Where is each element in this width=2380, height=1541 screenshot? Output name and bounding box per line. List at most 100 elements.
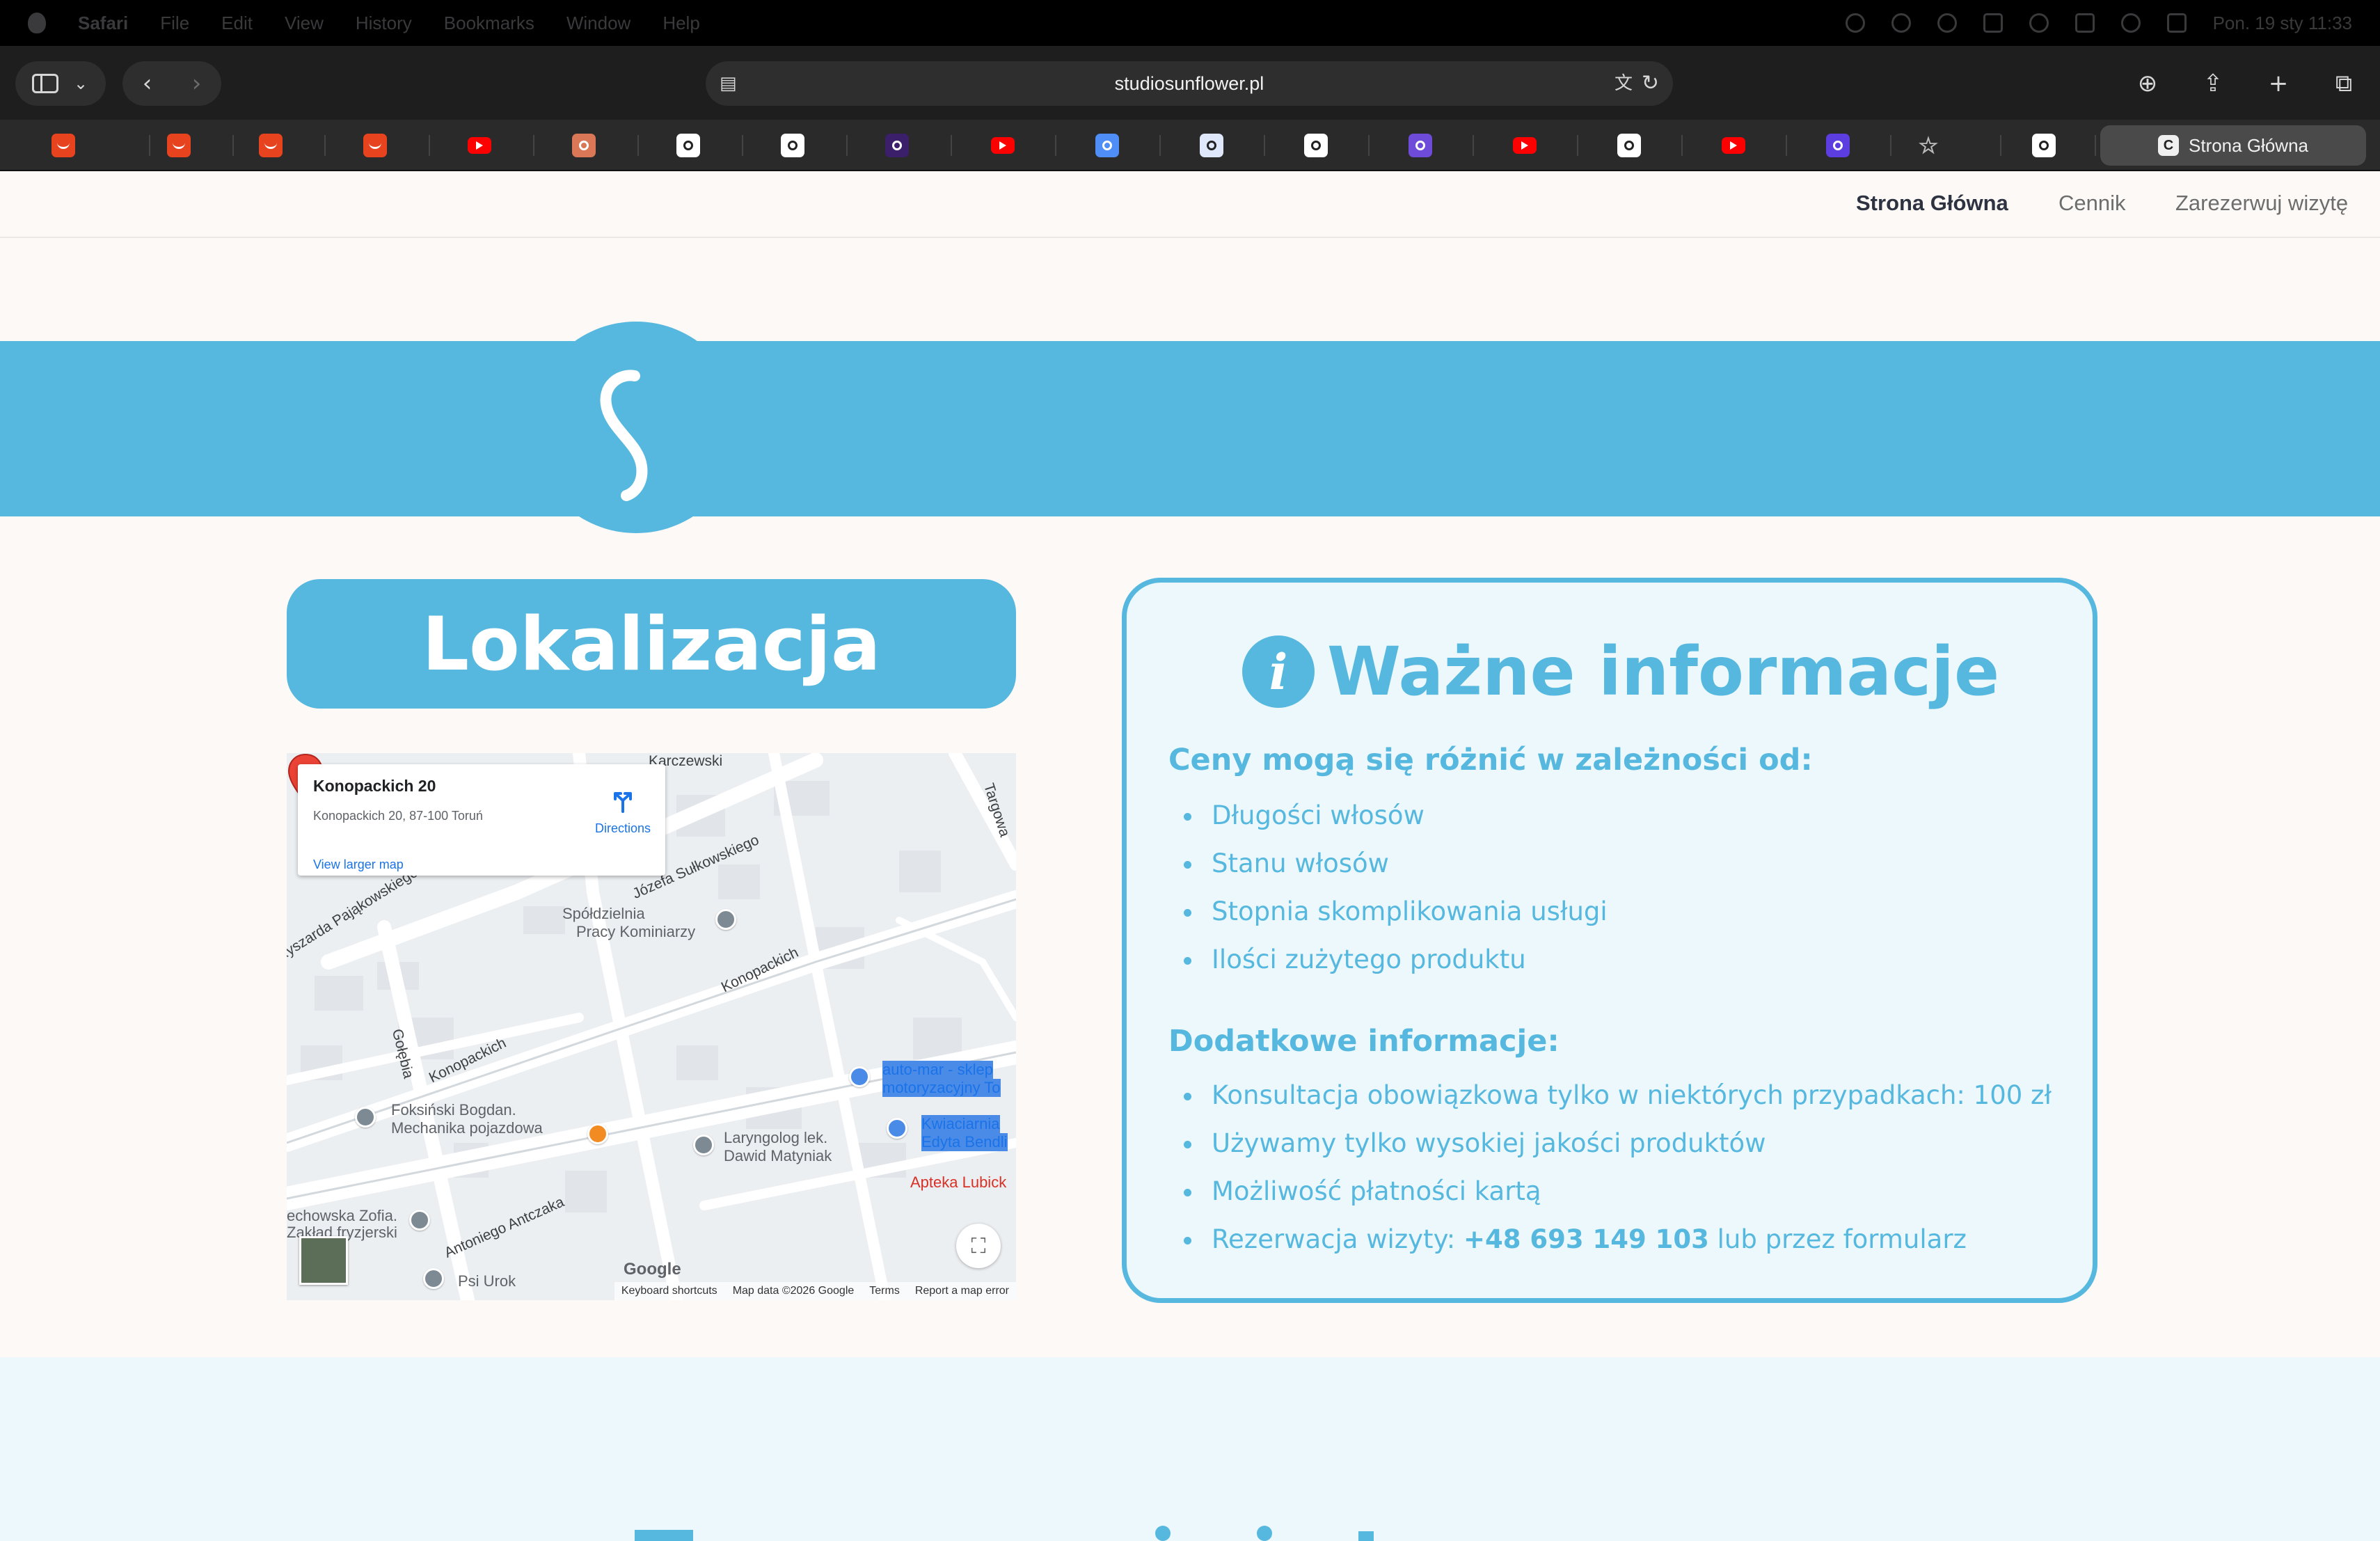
- app-icon[interactable]: [885, 134, 909, 157]
- keyboard-shortcuts-link[interactable]: Keyboard shortcuts: [621, 1285, 717, 1297]
- reload-icon[interactable]: ↻: [1642, 73, 1659, 94]
- menu-help[interactable]: Help: [663, 13, 699, 34]
- satellite-toggle-button[interactable]: [299, 1236, 348, 1285]
- chevron-down-icon: ⌄: [74, 74, 88, 93]
- status-app-icon[interactable]: [1891, 13, 1911, 33]
- star-icon[interactable]: ☆: [1917, 133, 1940, 158]
- back-button[interactable]: ‹: [143, 72, 152, 95]
- current-tab[interactable]: C Strona Główna: [2100, 125, 2366, 166]
- translate-icon[interactable]: 文: [1615, 74, 1633, 93]
- docs-icon[interactable]: [1200, 134, 1223, 157]
- nav-home-link[interactable]: Strona Główna: [1856, 191, 2008, 216]
- favorites-separator: [1890, 135, 1891, 156]
- extra-info-subheading: Dodatkowe informacje:: [1168, 1024, 1560, 1059]
- disney-plus-icon[interactable]: [1617, 134, 1641, 157]
- menu-bar-clock[interactable]: Pon. 19 sty 11:33: [2213, 13, 2352, 34]
- menu-edit[interactable]: Edit: [221, 13, 253, 34]
- terms-link[interactable]: Terms: [869, 1285, 900, 1297]
- menu-file[interactable]: File: [160, 13, 189, 34]
- aliexpress-icon[interactable]: [363, 134, 387, 157]
- list-item: Długości włosów: [1168, 791, 1608, 839]
- nav-pricing-link[interactable]: Cennik: [2058, 191, 2126, 216]
- favicon-glyph: [2039, 141, 2049, 150]
- youtube-icon[interactable]: [991, 137, 1015, 154]
- favicon-glyph: [1521, 141, 1528, 150]
- nav-booking-link[interactable]: Zarezerwuj wizytę: [2175, 191, 2348, 216]
- menu-bookmarks[interactable]: Bookmarks: [444, 13, 534, 34]
- gemini-icon[interactable]: [1095, 134, 1119, 157]
- play-status-icon[interactable]: [1937, 13, 1957, 33]
- map-poi-marker[interactable]: [693, 1135, 714, 1155]
- favicon-glyph: [1624, 141, 1634, 150]
- favicon-glyph: [1207, 141, 1216, 150]
- sidebar-toggle-button[interactable]: ⌄: [15, 61, 106, 106]
- reservation-phone-link[interactable]: +48 693 149 103: [1463, 1224, 1709, 1254]
- menu-history[interactable]: History: [356, 13, 412, 34]
- map-poi-label: Pracy Kominiarzy: [576, 923, 696, 940]
- downloads-icon[interactable]: ⊕: [2125, 61, 2170, 106]
- google-map-embed[interactable]: Karczewski Józefa Sułkowskiego Konopacki…: [287, 753, 1016, 1300]
- favorites-separator: [1681, 135, 1683, 156]
- map-poi-marker[interactable]: [355, 1107, 376, 1128]
- app-icon[interactable]: [2032, 134, 2056, 157]
- menu-view[interactable]: View: [285, 13, 324, 34]
- macos-menu-bar: Safari File Edit View History Bookmarks …: [0, 0, 2380, 46]
- map-poi-marker[interactable]: [423, 1268, 444, 1289]
- favicon-glyph: [173, 143, 185, 149]
- favorites-separator: [1159, 135, 1161, 156]
- new-tab-icon[interactable]: +: [2256, 61, 2301, 106]
- app-icon[interactable]: [1409, 134, 1432, 157]
- favicon-glyph: [1311, 141, 1321, 150]
- forward-button[interactable]: ›: [192, 72, 202, 95]
- claude-icon[interactable]: [572, 134, 596, 157]
- favorites-separator: [846, 135, 848, 156]
- map-poi-label: auto-mar - sklep: [882, 1061, 993, 1079]
- app-icon[interactable]: [1826, 134, 1850, 157]
- favorites-bar: ☆ C Strona Główna: [0, 120, 2380, 171]
- fullscreen-icon[interactable]: ⛶: [956, 1224, 1001, 1268]
- directions-icon[interactable]: [611, 789, 635, 813]
- list-item: Ilości zużytego produktu: [1168, 935, 1608, 983]
- youtube-icon[interactable]: [468, 137, 491, 154]
- shop-icon[interactable]: [887, 1118, 907, 1139]
- google-logo: Google: [624, 1260, 681, 1279]
- aliexpress-icon[interactable]: [167, 134, 191, 157]
- youtube-icon[interactable]: [1722, 137, 1745, 154]
- spotlight-search-icon[interactable]: [2120, 13, 2141, 33]
- map-poi-label: Edyta Bendli: [921, 1133, 1008, 1151]
- chatgpt-icon[interactable]: [1304, 134, 1328, 157]
- favorites-separator: [533, 135, 534, 156]
- apple-menu-icon[interactable]: [28, 13, 46, 33]
- view-larger-map-link[interactable]: View larger map: [313, 858, 404, 872]
- share-icon[interactable]: ⇪: [2191, 61, 2235, 106]
- menu-window[interactable]: Window: [566, 13, 630, 34]
- restaurant-icon[interactable]: [587, 1123, 608, 1144]
- record-app-icon[interactable]: [781, 134, 804, 157]
- heading-glyph-fragment: [1257, 1526, 1272, 1541]
- aliexpress-icon[interactable]: [259, 134, 283, 157]
- youtube-icon[interactable]: [1513, 137, 1537, 154]
- tab-overview-icon[interactable]: ⧉: [2322, 61, 2366, 106]
- status-app-icon[interactable]: [1845, 13, 1865, 33]
- map-place-title: Konopackich 20: [313, 777, 436, 795]
- window-status-icon[interactable]: [1983, 13, 2003, 33]
- directions-link[interactable]: Directions: [585, 821, 661, 836]
- favorites-separator: [742, 135, 743, 156]
- report-map-error-link[interactable]: Report a map error: [915, 1285, 1009, 1297]
- shop-icon[interactable]: [849, 1066, 870, 1087]
- pause-app-icon[interactable]: [676, 134, 700, 157]
- aliexpress-icon[interactable]: [51, 134, 75, 157]
- menu-app-name[interactable]: Safari: [78, 13, 128, 34]
- location-heading: Lokalizacja: [287, 579, 1016, 709]
- battery-icon[interactable]: [2074, 13, 2095, 33]
- wifi-icon[interactable]: [2029, 13, 2049, 33]
- control-center-icon[interactable]: [2166, 13, 2187, 33]
- favicon-glyph: [579, 141, 589, 150]
- info-icon: i: [1242, 635, 1315, 708]
- address-bar[interactable]: ▤ studiosunflower.pl 文 ↻: [706, 61, 1673, 106]
- favicon-glyph: [1102, 141, 1112, 150]
- map-footer: Keyboard shortcuts Map data ©2026 Google…: [614, 1282, 1016, 1300]
- map-poi-marker[interactable]: [715, 909, 736, 930]
- map-poi-marker[interactable]: [409, 1210, 430, 1231]
- list-item: Stopnia skomplikowania usługi: [1168, 887, 1608, 935]
